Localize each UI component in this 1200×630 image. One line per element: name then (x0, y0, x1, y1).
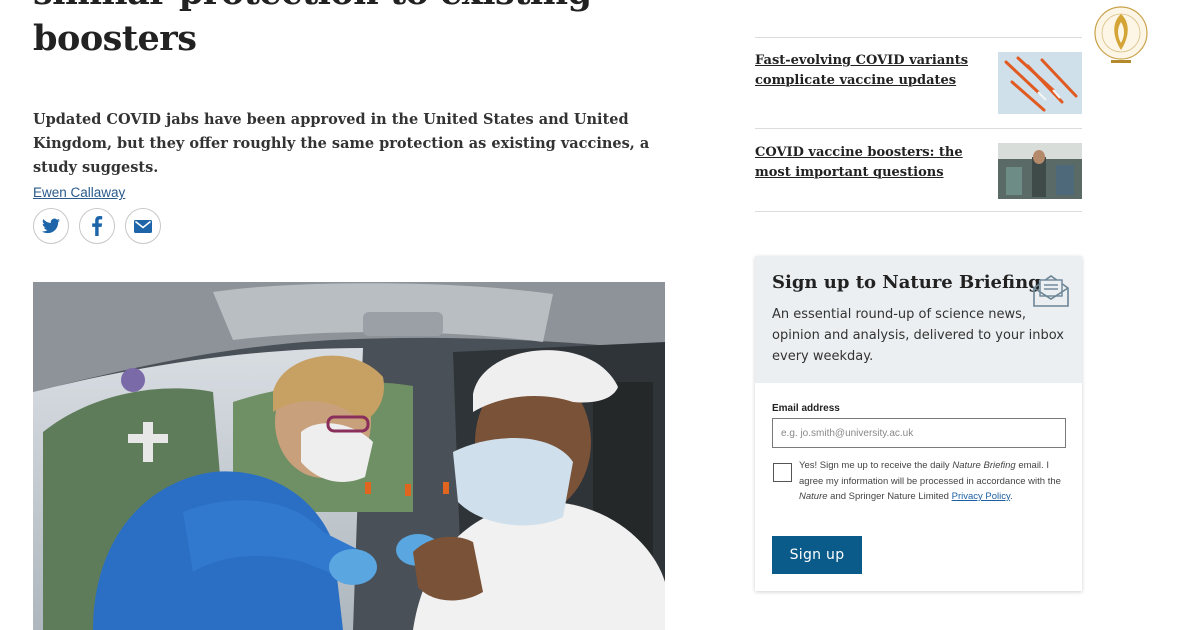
share-facebook-button[interactable] (79, 208, 115, 244)
clinic-photo (998, 143, 1082, 199)
newsletter-envelope-icon (1033, 275, 1069, 307)
email-field[interactable] (772, 418, 1066, 448)
divider (755, 37, 1082, 38)
vaccination-photo (33, 282, 665, 630)
consent-text-part: . (1010, 491, 1013, 502)
consent-checkbox[interactable] (773, 463, 792, 482)
privacy-policy-link[interactable]: Privacy Policy (952, 491, 1010, 502)
article-photo (33, 282, 665, 630)
divider (755, 128, 1082, 129)
newsletter-signup: Sign up to Nature Briefing An essential … (755, 256, 1082, 591)
article-page: similar protection to existing boosters … (0, 0, 1200, 630)
email-field-label: Email address (772, 403, 840, 414)
newsletter-header: Sign up to Nature Briefing An essential … (755, 256, 1082, 383)
share-email-button[interactable] (125, 208, 161, 244)
share-buttons (33, 208, 161, 244)
email-icon (134, 219, 152, 233)
consent-brand: Nature Briefing (952, 460, 1016, 471)
related-article-title[interactable]: Fast-evolving COVID variants complicate … (755, 51, 980, 91)
facebook-icon (92, 216, 103, 236)
watermark-logo-icon (1094, 6, 1148, 63)
sign-up-button[interactable]: Sign up (772, 536, 862, 574)
article-standfirst: Updated COVID jabs have been approved in… (33, 111, 650, 176)
article-headline: similar protection to existing boosters (33, 0, 673, 62)
related-article-thumbnail[interactable] (998, 143, 1082, 205)
divider (755, 211, 1082, 212)
consent-text-part: and Springer Nature Limited (827, 491, 952, 502)
newsletter-description: An essential round-up of science news, o… (772, 307, 1064, 364)
headline-line: boosters (33, 18, 197, 59)
twitter-icon (42, 218, 60, 234)
headline-line: similar protection to existing (33, 0, 673, 16)
consent-text: Yes! Sign me up to receive the daily Nat… (799, 458, 1061, 505)
related-article-title[interactable]: COVID vaccine boosters: the most importa… (755, 143, 980, 183)
syringes-photo (998, 52, 1082, 114)
author-link[interactable]: Ewen Callaway (33, 185, 125, 200)
share-twitter-button[interactable] (33, 208, 69, 244)
consent-nature: Nature (799, 491, 828, 502)
related-article-thumbnail[interactable] (998, 52, 1082, 114)
consent-text-part: Yes! Sign me up to receive the daily (799, 460, 953, 471)
newsletter-title: Sign up to Nature Briefing (772, 272, 1041, 293)
